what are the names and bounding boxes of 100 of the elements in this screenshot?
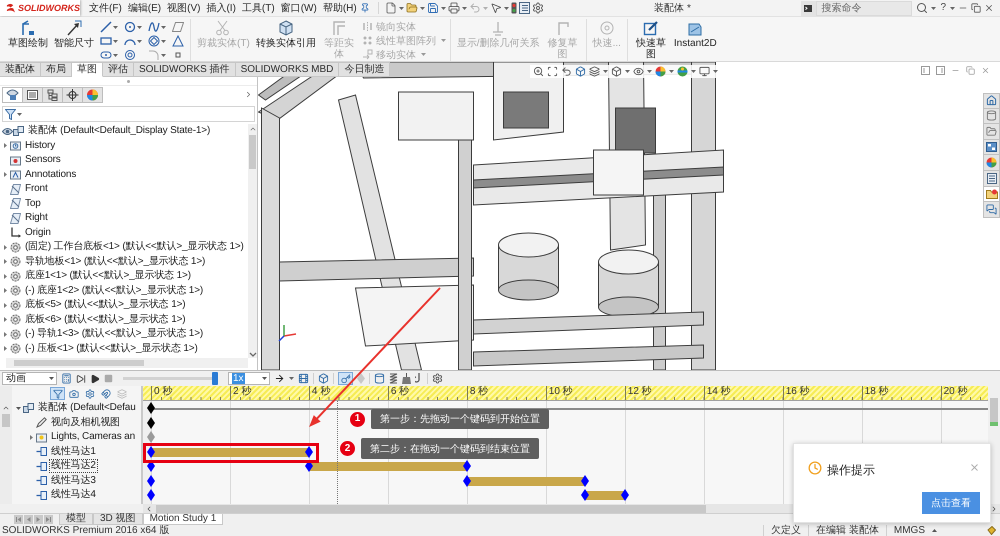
study-tab[interactable]: Motion Study 1 (142, 514, 224, 525)
scrollbar-thumb[interactable] (990, 398, 998, 426)
expand-arrow-icon[interactable] (4, 317, 7, 322)
caret-icon[interactable] (161, 40, 166, 42)
skip-forward-icon[interactable] (76, 374, 86, 384)
house-icon[interactable] (986, 95, 997, 106)
panel-tab[interactable] (22, 86, 43, 102)
search-field[interactable]: 搜索命令 (816, 0, 912, 16)
chevron-up-icon[interactable] (2, 404, 10, 412)
caret-icon[interactable] (113, 40, 118, 42)
caret-icon[interactable] (669, 70, 674, 73)
help-button[interactable]: ? (939, 2, 947, 14)
menu-item[interactable]: 视图(V) (164, 0, 204, 16)
chevron-right-icon[interactable] (244, 90, 253, 99)
tree-item-label[interactable]: 底板<6> (默认<<默认>_显示状态 1>) (23, 312, 188, 327)
tree-item-label[interactable]: (-) 底座1<2> (默认<<默认>_显示状态 1>) (23, 284, 206, 298)
tree-item-label[interactable]: Front (23, 182, 50, 196)
wave-icon[interactable] (148, 21, 160, 33)
parallelogram-icon[interactable] (172, 21, 184, 33)
caret-icon[interactable] (504, 6, 509, 10)
color-ball-icon[interactable] (86, 88, 99, 100)
study-tab[interactable]: 模型 (59, 514, 93, 525)
ribbon-tab[interactable]: SOLIDWORKS MBD (236, 62, 340, 77)
eye-icon[interactable] (633, 66, 644, 77)
scan-frame-icon[interactable] (547, 66, 558, 77)
restore-icon[interactable] (966, 66, 975, 75)
caret-icon[interactable] (161, 54, 166, 56)
tree-item-label[interactable]: 线性马达1 (49, 444, 98, 459)
keyframe-icon[interactable] (462, 460, 471, 472)
keyframe-icon[interactable] (147, 416, 155, 429)
scrollbar-thumb[interactable] (249, 135, 256, 169)
layers-icon[interactable] (589, 66, 600, 77)
film-icon[interactable] (298, 373, 309, 384)
tree-item-label[interactable]: History (23, 138, 58, 153)
zoom-in-icon[interactable] (533, 66, 544, 77)
caret-icon[interactable] (603, 70, 608, 73)
filter-toggle[interactable] (50, 387, 65, 400)
magnet-icon[interactable] (100, 388, 110, 398)
ribbon-tab[interactable]: 今日制造 (339, 62, 390, 77)
list-icon[interactable] (26, 88, 39, 100)
chevron-down-icon[interactable] (248, 352, 256, 357)
change-bar[interactable] (309, 462, 467, 471)
floppy-icon[interactable] (426, 2, 439, 14)
tree-item-label[interactable]: Top (23, 196, 43, 211)
caret-icon[interactable] (161, 26, 166, 28)
expand-arrow-icon[interactable] (4, 172, 7, 178)
expand-arrow-icon[interactable] (30, 434, 33, 440)
terminal-icon[interactable] (801, 0, 816, 16)
restore-icon[interactable] (971, 3, 981, 13)
caret-icon[interactable] (17, 112, 22, 116)
caret-icon[interactable] (625, 70, 630, 73)
diamond-icon[interactable] (357, 373, 365, 384)
study-tab[interactable]: 3D 视图 (93, 514, 143, 525)
ribbon-tab[interactable]: SOLIDWORKS 插件 (134, 62, 236, 77)
line-icon[interactable] (100, 21, 112, 33)
expand-arrow-icon[interactable] (4, 244, 7, 250)
ribbon-button[interactable]: 智能尺寸 (52, 19, 96, 50)
task-pane-tab[interactable] (983, 108, 1000, 124)
folder-icon[interactable] (406, 2, 418, 14)
crosshair-icon[interactable] (66, 88, 79, 100)
keyframe-icon[interactable] (147, 489, 155, 502)
expand-arrow-icon[interactable] (4, 274, 7, 279)
tree-item-label[interactable]: 装配体 (Default<Default_Display State-1>) (26, 124, 212, 138)
ribbon-button[interactable]: 转换实体引用 (254, 19, 318, 50)
tree-item-label[interactable]: (-) 导轨1<3> (默认<<默认>_显示状态 1>) (23, 327, 206, 342)
tree-item-label[interactable]: 装配体 (Default<Defau (36, 401, 138, 416)
weight-icon[interactable] (402, 373, 411, 384)
keyframe-icon[interactable] (147, 474, 155, 487)
cylinder-icon[interactable] (986, 110, 997, 122)
tree-item-label[interactable]: 视向及相机视图 (49, 416, 122, 430)
split-window-icon[interactable] (936, 66, 945, 75)
keyframe-icon[interactable] (147, 460, 155, 472)
task-pane-tab[interactable] (983, 170, 1000, 187)
tree-item-label[interactable]: Annotations (23, 168, 78, 182)
expand-arrow-icon[interactable] (4, 332, 7, 337)
tree-item-label[interactable]: 线性马达4 (49, 488, 98, 502)
slot-icon[interactable] (100, 49, 112, 61)
scrollbar-thumb[interactable] (14, 360, 144, 366)
menu-item[interactable]: 编辑(E) (124, 0, 164, 16)
tree-item-label[interactable]: 线性马达2 (49, 459, 98, 474)
chevron-right-icon[interactable] (990, 505, 998, 513)
caret-icon[interactable] (691, 70, 696, 73)
panel-tab[interactable] (2, 86, 23, 102)
keyframe-icon[interactable] (305, 460, 314, 472)
cube-icon[interactable] (575, 66, 586, 77)
monitor-icon[interactable] (699, 66, 710, 77)
tree-item-label[interactable]: Lights, Cameras an (49, 430, 138, 444)
split-window-icon[interactable] (921, 66, 930, 75)
printer-icon[interactable] (448, 2, 460, 14)
menu-item[interactable]: 帮助(H) (320, 0, 360, 16)
tree-item-label[interactable]: 底板<5> (默认<<默认>_显示状态 1>) (23, 298, 188, 312)
gear-icon[interactable] (532, 2, 544, 14)
new-document-icon[interactable] (384, 2, 397, 14)
task-pane-tab[interactable] (983, 124, 1000, 140)
vertical-scrollbar[interactable] (248, 124, 257, 358)
keyframe-icon[interactable] (147, 446, 155, 458)
filter-field[interactable] (2, 106, 255, 122)
tree-item-label[interactable]: 底座1<1> (默认<<默认>_显示状态 1>) (23, 269, 193, 284)
slider-thumb[interactable] (212, 372, 218, 385)
caret-up-icon[interactable] (932, 529, 937, 532)
